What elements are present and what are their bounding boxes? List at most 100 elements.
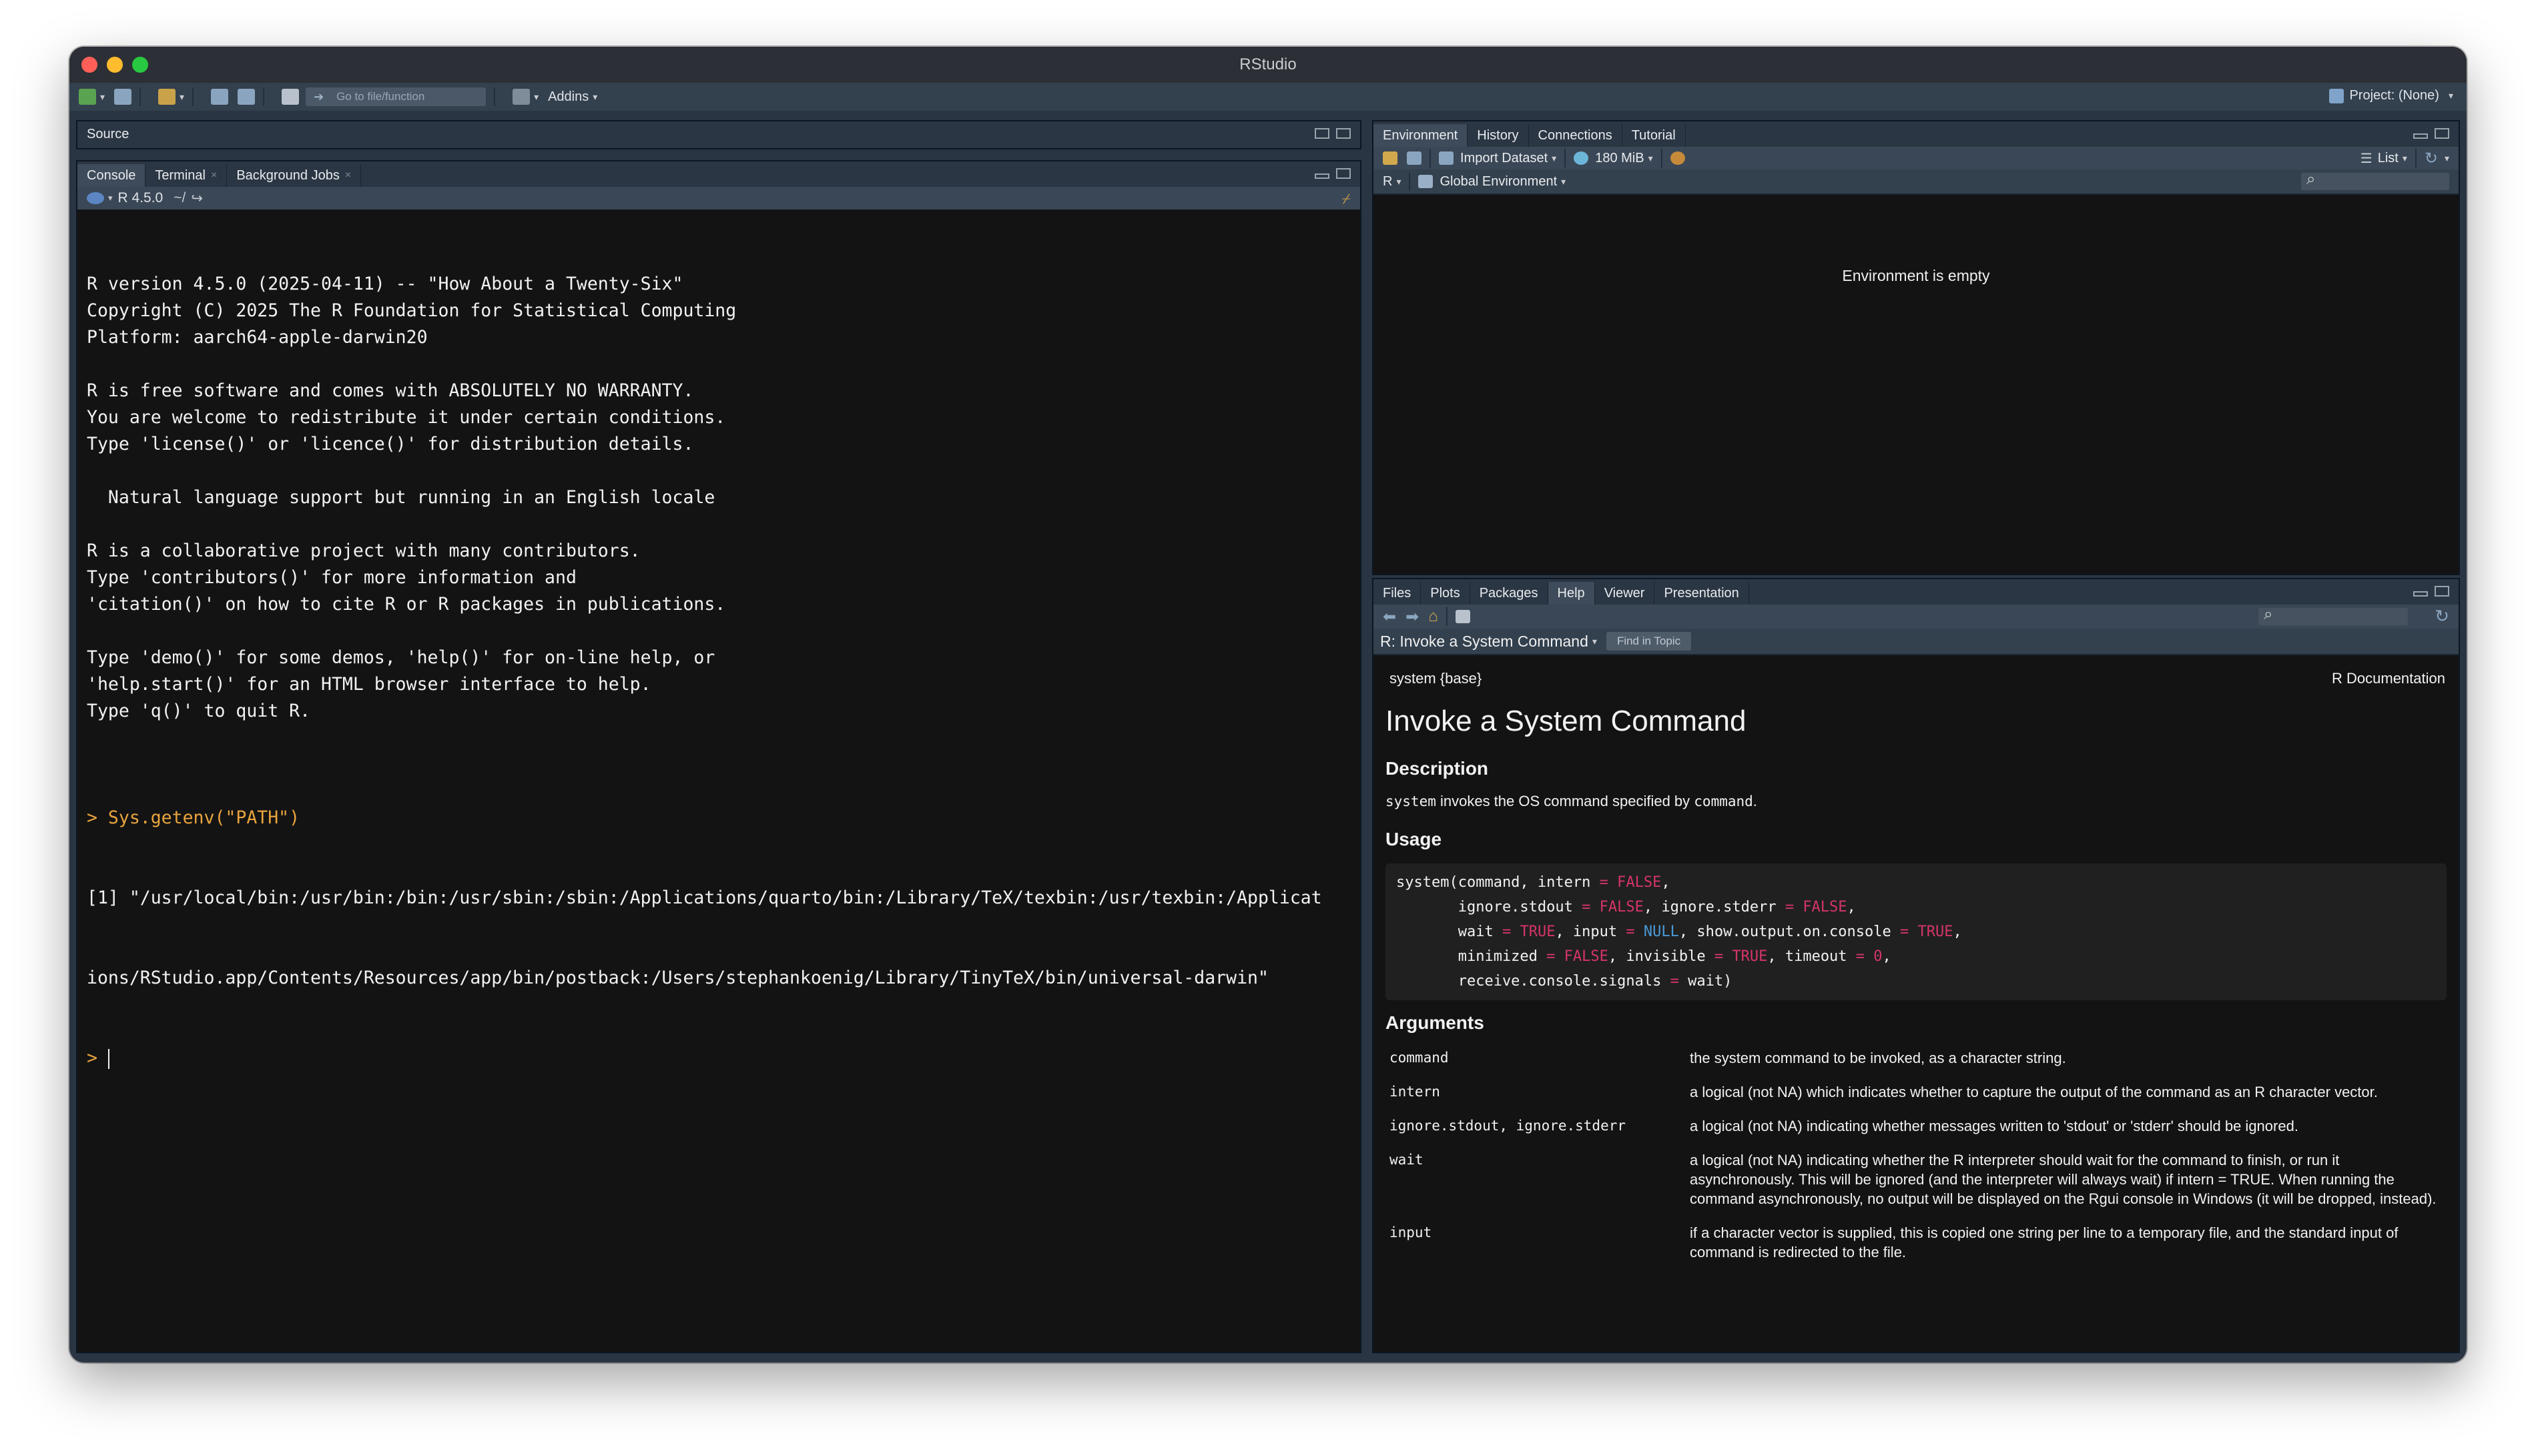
tab-plots[interactable]: Plots bbox=[1421, 582, 1470, 605]
chevron-down-icon[interactable]: ▾ bbox=[100, 91, 105, 103]
load-workspace-icon[interactable] bbox=[1383, 151, 1397, 165]
tab-files[interactable]: Files bbox=[1373, 582, 1421, 605]
tab-console[interactable]: Console bbox=[77, 164, 146, 187]
environment-tabs: Environment History Connections Tutorial bbox=[1373, 121, 2459, 148]
tab-terminal[interactable]: Terminal × bbox=[145, 164, 228, 187]
environment-search-input[interactable] bbox=[2301, 170, 2449, 190]
toolbar-divider bbox=[1446, 607, 1448, 626]
argument-row: wait a logical (not NA) indicating whethe… bbox=[1385, 1150, 2447, 1208]
clear-objects-icon[interactable] bbox=[1670, 151, 1685, 165]
zoom-window-button[interactable] bbox=[132, 57, 148, 73]
save-workspace-icon[interactable] bbox=[1407, 151, 1421, 165]
refresh-icon[interactable]: ↻ bbox=[2425, 149, 2438, 168]
chevron-down-icon[interactable]: ▾ bbox=[2403, 153, 2407, 164]
forward-arrow-icon[interactable]: ➡ bbox=[1405, 607, 1419, 627]
back-arrow-icon[interactable]: ⬅ bbox=[1383, 607, 1396, 627]
go-to-directory-icon[interactable]: ↪ bbox=[191, 190, 203, 207]
home-icon[interactable]: ⌂ bbox=[1428, 607, 1438, 626]
console-line: 'help.start()' for an HTML browser inter… bbox=[87, 674, 651, 695]
language-select[interactable]: R bbox=[1383, 174, 1392, 190]
argument-description: a logical (not NA) indicating whether th… bbox=[1690, 1152, 2437, 1207]
chevron-down-icon[interactable]: ▾ bbox=[108, 193, 113, 204]
toolbar-divider bbox=[1430, 149, 1431, 167]
chevron-down-icon[interactable]: ▾ bbox=[534, 91, 539, 103]
description-text: system invokes the OS command specified … bbox=[1385, 793, 2447, 817]
environment-scope-select[interactable]: Global Environment bbox=[1440, 174, 1557, 190]
print-icon[interactable] bbox=[282, 89, 300, 105]
list-view-icon: ☰ bbox=[2360, 151, 2372, 166]
chevron-down-icon[interactable]: ▾ bbox=[1561, 176, 1566, 188]
tab-environment[interactable]: Environment bbox=[1373, 124, 1468, 147]
main-toolbar: ▾ ▾ Go to file/function ▾ Addins ▾ Proje… bbox=[69, 83, 2467, 111]
restore-pane-icon[interactable] bbox=[1315, 128, 1329, 139]
argument-description: a logical (not NA) indicating whether me… bbox=[1690, 1118, 2298, 1134]
tab-help[interactable]: Help bbox=[1548, 582, 1595, 605]
chevron-down-icon[interactable]: ▾ bbox=[2445, 153, 2449, 164]
environment-icon bbox=[1418, 175, 1434, 188]
pane-window-buttons bbox=[2413, 128, 2449, 139]
maximize-pane-icon[interactable] bbox=[2435, 128, 2449, 139]
r-logo-icon[interactable] bbox=[87, 192, 104, 204]
find-in-topic-input[interactable]: Find in Topic bbox=[1606, 632, 1692, 651]
chevron-down-icon[interactable]: ▾ bbox=[1648, 153, 1653, 164]
new-file-icon[interactable] bbox=[79, 89, 96, 105]
console-startup-text: R version 4.5.0 (2025-04-11) -- "How Abo… bbox=[87, 271, 1357, 751]
console-command: > Sys.getenv("PATH") bbox=[87, 807, 300, 828]
maximize-pane-icon[interactable] bbox=[1336, 128, 1351, 139]
refresh-icon[interactable]: ↻ bbox=[2435, 606, 2449, 627]
console-input-line[interactable]: > bbox=[87, 1045, 1357, 1072]
maximize-pane-icon[interactable] bbox=[2435, 586, 2449, 597]
chevron-down-icon[interactable]: ▾ bbox=[593, 91, 597, 103]
import-dataset-button[interactable]: Import Dataset bbox=[1460, 151, 1548, 166]
argument-name: ignore.stdout, ignore.stderr bbox=[1389, 1118, 1626, 1134]
grid-layout-icon[interactable] bbox=[513, 89, 531, 105]
tab-tutorial[interactable]: Tutorial bbox=[1622, 124, 1686, 147]
minimize-window-button[interactable] bbox=[107, 57, 123, 73]
tab-viewer[interactable]: Viewer bbox=[1595, 582, 1655, 605]
save-icon[interactable] bbox=[211, 89, 229, 105]
environment-scope-bar: R ▾ Global Environment ▾ bbox=[1373, 169, 2459, 195]
close-window-button[interactable] bbox=[81, 57, 97, 73]
minimize-pane-icon[interactable] bbox=[1315, 173, 1329, 179]
chevron-down-icon: ▾ bbox=[2448, 90, 2453, 101]
tab-presentation[interactable]: Presentation bbox=[1654, 582, 1749, 605]
chevron-down-icon[interactable]: ▾ bbox=[1552, 153, 1556, 164]
clear-console-icon[interactable]: ⌿ bbox=[1342, 190, 1351, 208]
pane-window-buttons bbox=[1315, 168, 1351, 179]
argument-row: command the system command to be invoked,… bbox=[1385, 1048, 2447, 1068]
chevron-down-icon[interactable]: ▾ bbox=[1592, 636, 1597, 647]
close-icon[interactable]: × bbox=[211, 169, 217, 181]
argument-row: input if a character vector is supplied, … bbox=[1385, 1223, 2447, 1262]
window-title: RStudio bbox=[1239, 55, 1297, 73]
project-menu[interactable]: Project: (None) ▾ bbox=[2329, 88, 2453, 103]
addins-menu[interactable]: Addins bbox=[548, 89, 589, 105]
chevron-down-icon[interactable]: ▾ bbox=[180, 91, 184, 103]
minimize-pane-icon[interactable] bbox=[2413, 133, 2428, 139]
console-output[interactable]: R version 4.5.0 (2025-04-11) -- "How Abo… bbox=[87, 218, 1357, 1352]
tab-label: Environment bbox=[1383, 127, 1458, 143]
argument-description: the system command to be invoked, as a c… bbox=[1690, 1050, 2066, 1066]
open-in-window-icon[interactable] bbox=[1455, 610, 1470, 623]
tab-background-jobs[interactable]: Background Jobs × bbox=[227, 164, 362, 187]
memory-usage-button[interactable]: 180 MiB bbox=[1595, 151, 1644, 166]
view-mode-select[interactable]: List bbox=[2378, 151, 2399, 166]
restore-pane-icon[interactable] bbox=[1336, 168, 1351, 179]
console-line: Platform: aarch64-apple-darwin20 bbox=[87, 327, 428, 348]
argument-description: if a character vector is supplied, this … bbox=[1690, 1224, 2399, 1260]
minimize-pane-icon[interactable] bbox=[2413, 591, 2428, 597]
new-project-icon[interactable] bbox=[114, 89, 132, 105]
source-pane: Source bbox=[76, 120, 1361, 149]
tab-history[interactable]: History bbox=[1468, 124, 1529, 147]
console-line: R is a collaborative project with many c… bbox=[87, 540, 641, 561]
tab-packages[interactable]: Packages bbox=[1470, 582, 1548, 605]
open-file-icon[interactable] bbox=[158, 89, 176, 105]
help-topic-select[interactable]: R: Invoke a System Command bbox=[1380, 633, 1588, 651]
goto-file-input[interactable]: Go to file/function bbox=[306, 87, 487, 106]
close-icon[interactable]: × bbox=[345, 169, 351, 181]
save-all-icon[interactable] bbox=[238, 89, 256, 105]
chevron-down-icon[interactable]: ▾ bbox=[1396, 176, 1401, 188]
tab-connections[interactable]: Connections bbox=[1529, 124, 1622, 147]
help-search-input[interactable] bbox=[2258, 605, 2408, 625]
